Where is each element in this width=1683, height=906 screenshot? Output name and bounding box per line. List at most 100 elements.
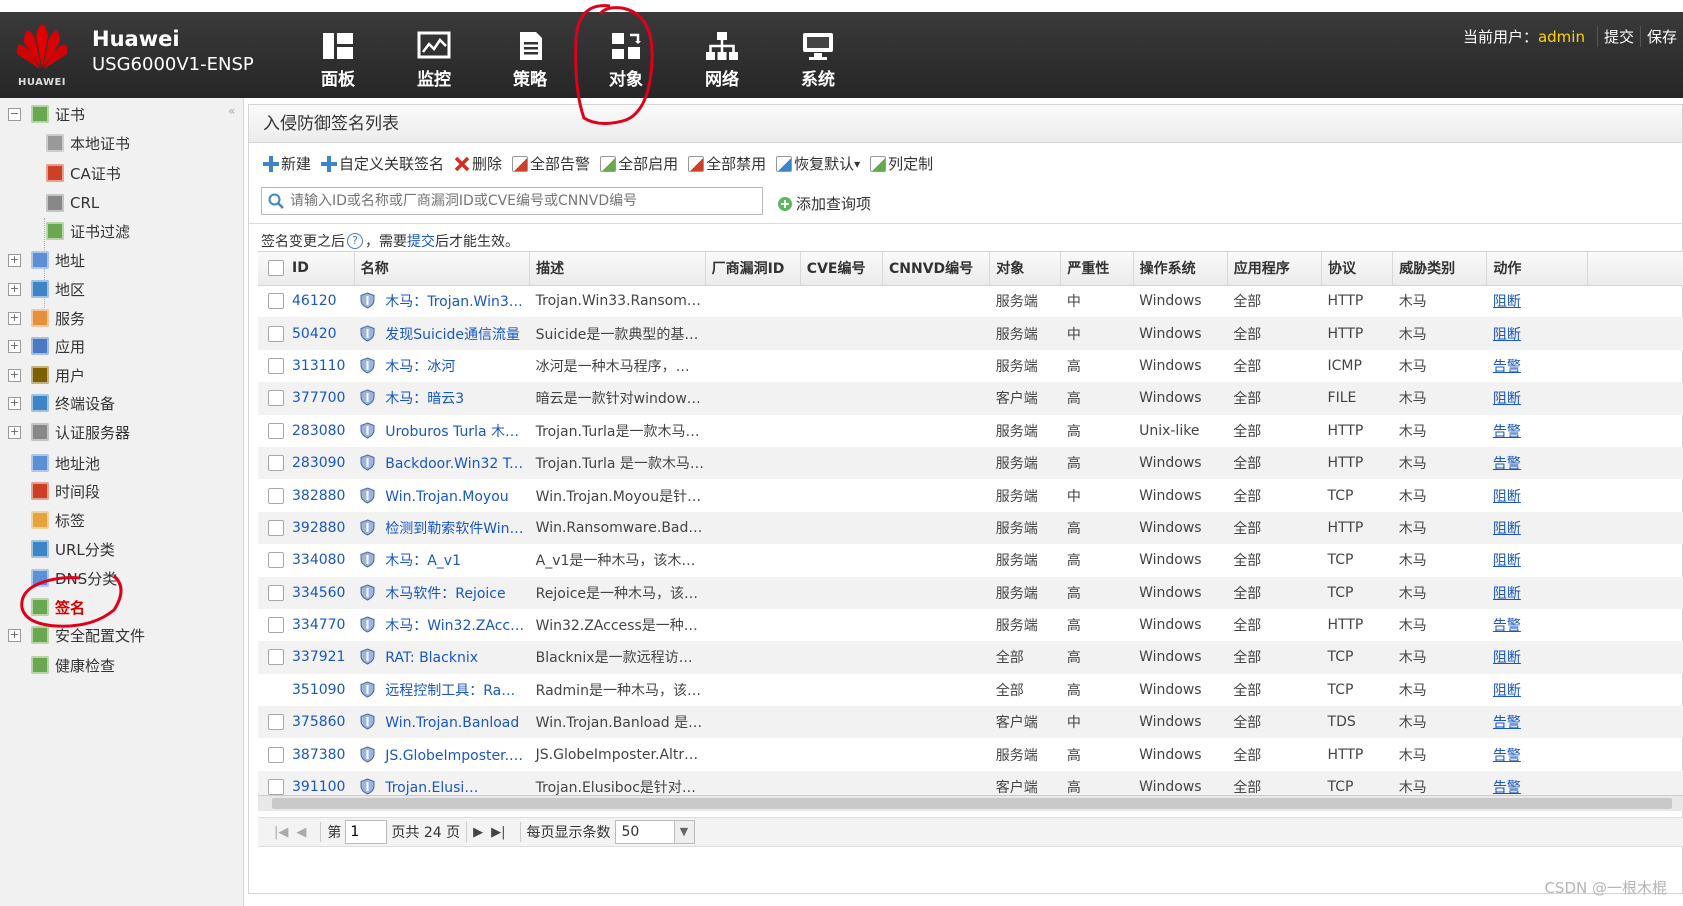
row-checkbox[interactable]: [268, 746, 284, 763]
action-link[interactable]: 告警: [1493, 424, 1521, 440]
expand-node-icon[interactable]: +: [8, 339, 21, 353]
signature-name-link[interactable]: 发现Suicide通信流量: [385, 327, 520, 343]
signature-name-link[interactable]: 木马软件：Rejoice: [385, 586, 505, 602]
action-link[interactable]: 告警: [1493, 456, 1521, 472]
table-row[interactable]: 334560 木马软件：Rejoice Rejoice是一种木马，该… 服务端高 Win…: [258, 576, 1683, 609]
action-link[interactable]: 阻断: [1493, 586, 1521, 602]
column-header[interactable]: 对象: [989, 252, 1062, 286]
row-checkbox[interactable]: [268, 422, 284, 439]
expand-node-icon[interactable]: +: [8, 396, 21, 410]
signature-name-link[interactable]: Win.Trojan.Moyou: [385, 489, 508, 505]
signature-id-link[interactable]: 50420: [292, 326, 337, 342]
collapse-sidebar-icon[interactable]: «: [228, 104, 235, 118]
row-checkbox[interactable]: [268, 519, 284, 536]
expand-node-icon[interactable]: +: [8, 628, 21, 642]
table-row[interactable]: 351090 远程控制工具：Ra… Radmin是一种木马，该… 全部 高 Windows…: [258, 674, 1683, 706]
action-link[interactable]: 告警: [1493, 780, 1521, 795]
column-header[interactable]: 名称: [354, 252, 531, 286]
signature-name-link[interactable]: Uroburos Turla 木…: [385, 424, 519, 440]
sidebar-item[interactable]: − 证书: [8, 101, 85, 127]
expand-node-icon[interactable]: +: [8, 282, 21, 296]
column-header[interactable]: CVE编号: [800, 252, 883, 286]
scrollbar-thumb[interactable]: [272, 798, 1672, 809]
signature-name-link[interactable]: Backdoor.Win32 Tu…: [385, 456, 529, 472]
action-link[interactable]: 阻断: [1493, 683, 1521, 699]
column-header[interactable]: CNNVD编号: [882, 252, 991, 286]
commit-button[interactable]: 提交: [1596, 26, 1640, 47]
table-row[interactable]: 283090 Backdoor.Win32 Tu… Trojan.Turla 是一款…: [258, 446, 1683, 480]
expand-node-icon[interactable]: +: [8, 311, 21, 325]
signature-id-link[interactable]: 351090: [292, 682, 345, 698]
row-checkbox[interactable]: [268, 455, 284, 472]
toolbar-button[interactable]: 新建: [263, 153, 311, 174]
column-header[interactable]: 威胁类别: [1392, 252, 1488, 286]
table-row[interactable]: 283080 Uroburos Turla 木… Trojan.Turla是一款木马…: [258, 415, 1683, 447]
row-checkbox[interactable]: [268, 325, 284, 342]
toolbar-button[interactable]: 全部启用: [600, 153, 678, 174]
action-link[interactable]: 告警: [1493, 359, 1521, 375]
sidebar-item[interactable]: 本地证书: [46, 130, 130, 156]
prev-page-button[interactable]: ◀: [296, 825, 306, 840]
add-query-button[interactable]: 添加查询项: [777, 193, 871, 214]
collapse-node-icon[interactable]: −: [8, 107, 21, 121]
signature-id-link[interactable]: 313110: [292, 358, 345, 374]
signature-name-link[interactable]: 木马：暗云3: [385, 391, 464, 407]
expand-node-icon[interactable]: +: [8, 253, 21, 267]
sidebar-item[interactable]: 签名: [8, 594, 85, 620]
table-row[interactable]: 313110 木马：冰河 冰河是一种木马程序，… 服务端 高 Windows 全部 ICMP 木…: [258, 350, 1683, 382]
signature-name-link[interactable]: Win.Trojan.Banload: [385, 715, 519, 731]
select-all-checkbox[interactable]: [268, 260, 284, 277]
row-checkbox[interactable]: [268, 487, 284, 504]
signature-name-link[interactable]: 远程控制工具：Ra…: [385, 683, 515, 699]
sidebar-item[interactable]: + 应用: [8, 333, 85, 359]
action-link[interactable]: 阻断: [1493, 391, 1521, 407]
sidebar-item[interactable]: DNS分类: [8, 565, 117, 591]
signature-id-link[interactable]: 334080: [292, 552, 345, 568]
table-row[interactable]: 334770 木马：Win32.ZAcc… Win32.ZAccess是一种… 服务端…: [258, 609, 1683, 641]
signature-id-link[interactable]: 334560: [292, 585, 345, 601]
column-header[interactable]: 操作系统: [1133, 252, 1228, 286]
nav-monitor[interactable]: 监控: [386, 26, 482, 98]
table-row[interactable]: 392880 检测到勒索软件Win… Win.Ransomware.Bad.… 服务端…: [258, 511, 1683, 545]
nav-dashboard[interactable]: 面板: [290, 26, 386, 98]
toolbar-button[interactable]: 列定制: [870, 153, 933, 174]
action-link[interactable]: 阻断: [1493, 521, 1521, 537]
toolbar-button[interactable]: 删除: [454, 153, 502, 174]
next-page-button[interactable]: ▶: [473, 825, 483, 840]
signature-name-link[interactable]: JS.GlobeImposter.…: [385, 748, 523, 764]
row-checkbox[interactable]: [268, 357, 284, 374]
signature-id-link[interactable]: 382880: [292, 488, 345, 504]
row-checkbox[interactable]: [268, 552, 284, 569]
signature-name-link[interactable]: RAT: Blacknix: [385, 650, 478, 666]
action-link[interactable]: 阻断: [1493, 294, 1521, 310]
search-input[interactable]: [290, 193, 760, 209]
signature-name-link[interactable]: 检测到勒索软件Win…: [385, 521, 523, 537]
per-page-select[interactable]: 50 ▼: [614, 820, 695, 844]
column-header[interactable]: 严重性: [1060, 252, 1134, 286]
table-row[interactable]: 377700 木马：暗云3 暗云是一款针对window… 客户端高 Windows 全部 F…: [258, 382, 1683, 415]
signature-id-link[interactable]: 283080: [292, 423, 345, 439]
column-header[interactable]: 厂商漏洞ID: [705, 252, 801, 286]
sidebar-item[interactable]: 健康检查: [8, 652, 115, 678]
column-header[interactable]: 动作: [1486, 252, 1588, 286]
signature-id-link[interactable]: 391100: [292, 779, 345, 795]
signature-id-link[interactable]: 334770: [292, 617, 345, 633]
commit-link[interactable]: 提交: [407, 231, 435, 251]
signature-name-link[interactable]: 木马：A_v1: [385, 553, 461, 569]
action-link[interactable]: 阻断: [1493, 327, 1521, 343]
signature-id-link[interactable]: 392880: [292, 520, 345, 536]
row-checkbox[interactable]: [268, 617, 284, 634]
column-header[interactable]: 描述: [529, 252, 706, 286]
sidebar-item[interactable]: + 安全配置文件: [8, 622, 145, 648]
table-row[interactable]: 375860 Win.Trojan.Banload Win.Trojan.Banlo…: [258, 706, 1683, 739]
signature-name-link[interactable]: 木马：冰河: [385, 359, 455, 375]
nav-object[interactable]: 对象: [578, 26, 674, 98]
expand-node-icon[interactable]: +: [8, 425, 21, 439]
sidebar-item[interactable]: 标签: [8, 507, 85, 533]
sidebar-item[interactable]: URL分类: [8, 536, 115, 562]
toolbar-button[interactable]: 自定义关联签名: [321, 153, 444, 174]
table-row[interactable]: 46120 木马：Trojan.Win3… Trojan.Win33.Ransom.…: [258, 285, 1683, 317]
signature-id-link[interactable]: 387380: [292, 747, 345, 763]
toolbar-button[interactable]: 全部告警: [512, 153, 590, 174]
signature-name-link[interactable]: 木马：Trojan.Win3…: [385, 294, 523, 310]
